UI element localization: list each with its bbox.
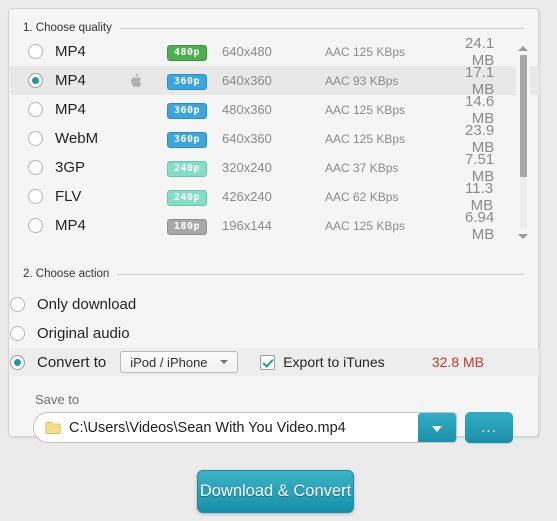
quality-format: WebM [55,130,99,147]
apple-logo-icon [131,73,142,87]
quality-audio: AAC 93 KBps [325,73,399,88]
quality-scrollbar[interactable] [516,42,530,242]
quality-resolution: 480x360 [222,102,272,117]
action-section-caption: 2. Choose action [23,267,524,281]
save-to-label: Save to [35,392,80,407]
radio-quality-5[interactable] [28,189,43,204]
options-panel: 1. Choose quality MP4 480p 640x480 AAC 125 … [8,8,539,443]
radio-quality-2[interactable] [28,102,43,117]
quality-badge-cell: 360p [167,71,217,90]
action-convert-to-row[interactable]: Convert to iPod / iPhone Export to iTune… [10,348,539,376]
quality-audio: AAC 37 KBps [325,160,399,175]
action-original-audio-row[interactable]: Original audio [10,319,539,347]
quality-badge: 360p [167,74,207,90]
quality-audio: AAC 125 KBps [325,218,406,233]
export-itunes-group[interactable]: Export to iTunes [260,354,385,370]
quality-badge-cell: 360p [167,129,217,148]
quality-row[interactable]: MP4 360p 640x360 AAC 93 KBps 17.1 MB [10,64,539,98]
quality-resolution: 196x144 [222,218,272,233]
radio-quality-1[interactable] [28,73,43,88]
quality-badge-cell: 240p [167,158,217,177]
action-only-download-row[interactable]: Only download [10,290,539,318]
apple-compatible-marker [119,73,167,88]
quality-format: 3GP [55,159,86,176]
quality-row[interactable]: WebM 360p 640x360 AAC 125 KBps 23.9 MB [10,122,539,156]
original-audio-label: Original audio [37,324,130,342]
quality-resolution: 640x360 [222,73,272,88]
quality-badge-cell: 360p [167,100,217,119]
quality-badge: 360p [167,103,207,119]
quality-row[interactable]: MP4 180p 196x144 AAC 125 KBps 6.94 MB [10,209,539,243]
download-and-convert-button[interactable]: Download & Convert [197,470,354,513]
scroll-up-arrow-icon[interactable] [516,42,530,54]
quality-resolution: 320x240 [222,160,272,175]
quality-row[interactable]: MP4 480p 640x480 AAC 125 KBps 24.1 MB [10,37,539,69]
quality-section-caption: 1. Choose quality [23,21,524,35]
radio-quality-3[interactable] [28,131,43,146]
save-path-row: C:\Users\Videos\Sean With You Video.mp4 … [33,412,523,443]
browse-folder-button[interactable]: ... [465,412,513,443]
quality-row[interactable]: 3GP 240p 320x240 AAC 37 KBps 7.51 MB [10,151,539,185]
download-button-label: Download & Convert [199,482,352,500]
quality-audio: AAC 125 KBps [325,44,406,59]
quality-badge: 240p [167,190,207,206]
folder-icon [45,421,61,434]
quality-format: FLV [55,188,82,205]
chevron-down-icon [432,425,442,432]
quality-resolution: 640x360 [222,131,272,146]
action-caption-text: 2. Choose action [23,268,110,280]
checkbox-export-itunes[interactable] [260,354,276,370]
quality-audio: AAC 62 KBps [325,189,399,204]
quality-caption-rule [119,27,524,29]
quality-badge-cell: 480p [167,42,217,61]
quality-row[interactable]: MP4 360p 480x360 AAC 125 KBps 14.6 MB [10,93,539,127]
quality-list[interactable]: MP4 480p 640x480 AAC 125 KBps 24.1 MB MP4 360p… [10,37,539,243]
radio-quality-0[interactable] [28,44,43,59]
quality-badge: 360p [167,132,207,148]
radio-convert-to[interactable] [10,354,25,370]
action-caption-rule [117,273,524,275]
quality-badge-cell: 180p [167,216,217,235]
quality-format: MP4 [55,217,86,234]
device-combo-box[interactable]: iPod / iPhone [120,351,239,373]
convert-output-size: 32.8 MB [431,354,484,370]
quality-badge-cell: 240p [167,187,217,206]
scrollbar-track[interactable] [520,55,527,229]
save-path-text: C:\Users\Videos\Sean With You Video.mp4 [69,419,346,436]
radio-only-download[interactable] [10,296,25,312]
quality-format: MP4 [55,43,86,60]
quality-format: MP4 [55,101,86,118]
radio-quality-6[interactable] [28,218,43,233]
quality-audio: AAC 125 KBps [325,102,406,117]
path-history-dropdown-button[interactable] [418,413,456,442]
scrollbar-thumb[interactable] [520,55,527,177]
quality-badge: 480p [167,45,207,61]
quality-resolution: 640x480 [222,44,272,59]
scroll-down-arrow-icon[interactable] [516,230,530,242]
quality-caption-text: 1. Choose quality [23,22,112,34]
quality-badge: 240p [167,161,207,177]
quality-badge: 180p [167,219,207,235]
quality-format: MP4 [55,72,86,89]
convert-to-label: Convert to [37,353,107,371]
browse-button-label: ... [481,418,497,436]
radio-original-audio[interactable] [10,325,25,341]
quality-audio: AAC 125 KBps [325,131,406,146]
save-path-field[interactable]: C:\Users\Videos\Sean With You Video.mp4 [33,412,457,443]
radio-quality-4[interactable] [28,160,43,175]
quality-row[interactable]: FLV 240p 426x240 AAC 62 KBps 11.3 MB [10,180,539,214]
device-combo-value: iPod / iPhone [130,354,208,370]
chevron-down-icon [220,360,229,364]
quality-resolution: 426x240 [222,189,272,204]
export-itunes-label: Export to iTunes [283,354,385,370]
only-download-label: Only download [37,295,137,313]
